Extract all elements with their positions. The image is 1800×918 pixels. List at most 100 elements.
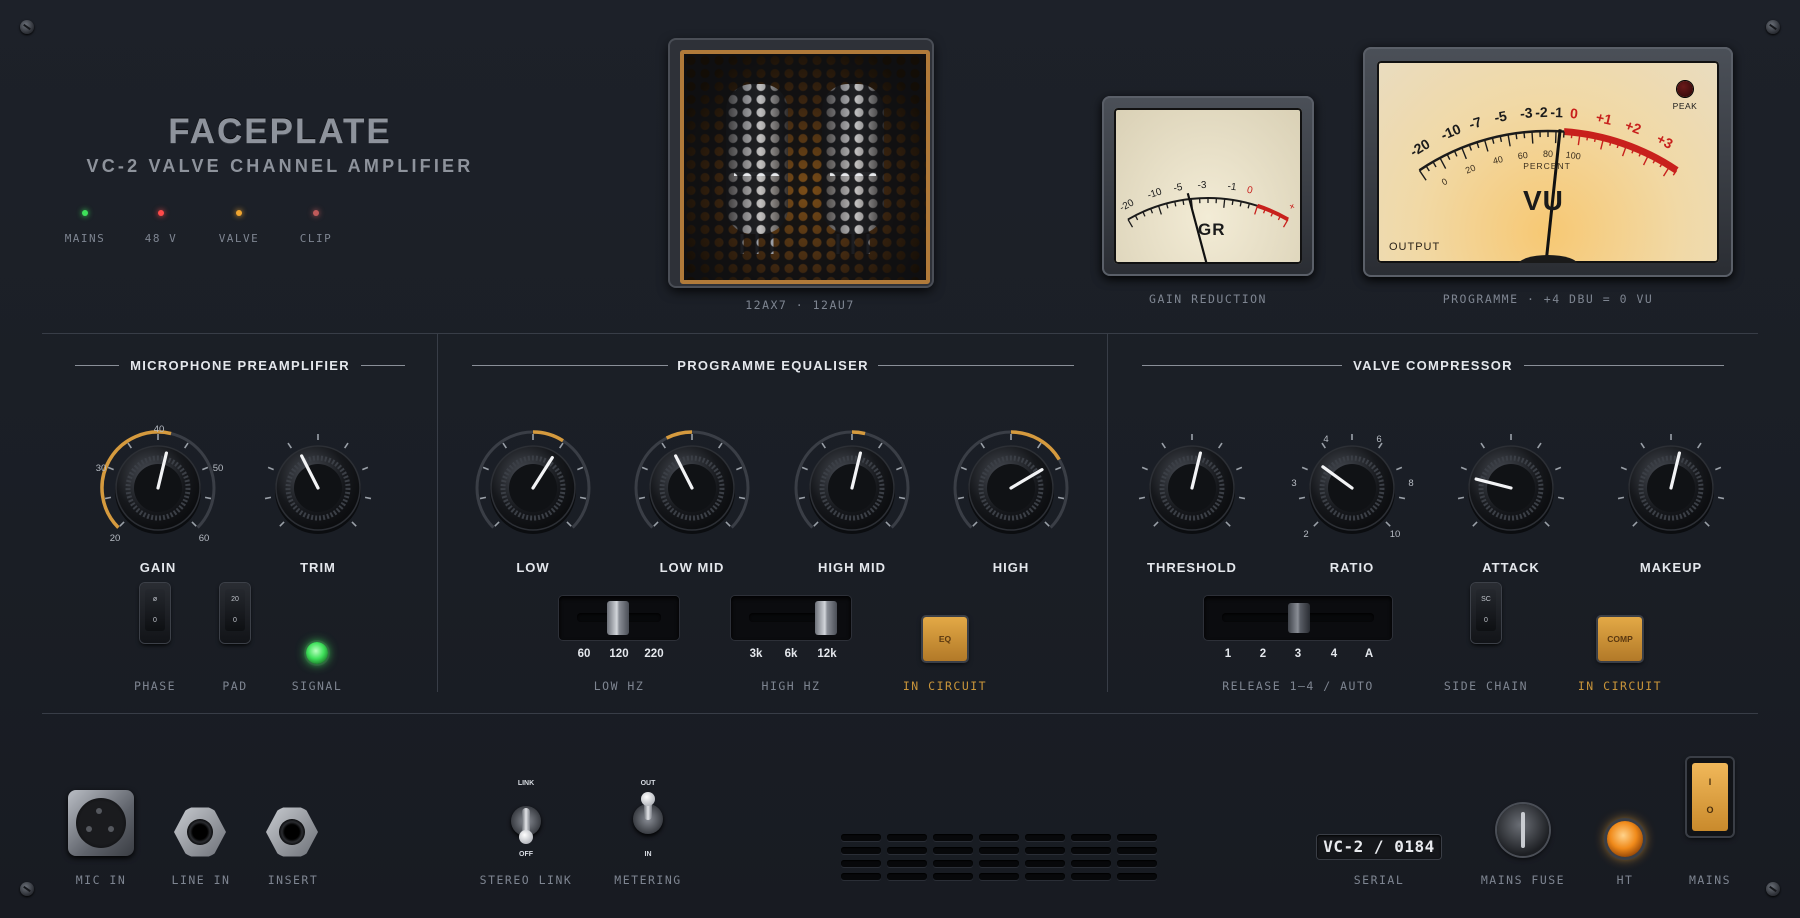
- gain-scale-50: 50: [212, 463, 224, 474]
- knob-tick: [494, 521, 500, 527]
- knob-arc: [634, 430, 750, 529]
- knob-tick: [1396, 466, 1403, 471]
- knob-tick: [718, 442, 723, 449]
- knob-pointer: [300, 454, 320, 490]
- vent-slot: [979, 847, 1019, 854]
- eq-low-mid-knob[interactable]: [634, 430, 750, 534]
- gr-tick: [1165, 203, 1169, 209]
- low-hz-selector[interactable]: [559, 596, 679, 640]
- phase-switch[interactable]: ø0: [140, 583, 170, 643]
- knob-shadow: [115, 448, 201, 534]
- knob-tick: [1544, 521, 1550, 527]
- metering-toggle[interactable]: [633, 792, 663, 834]
- preamp-section-title: MICROPHONE PREAMPLIFIER: [75, 358, 405, 373]
- mic-in-xlr-jack[interactable]: [68, 790, 134, 856]
- knob-grip: [500, 455, 566, 521]
- gr-tick: [1142, 211, 1146, 217]
- knob-body: [1468, 445, 1554, 531]
- comp-in-circuit-button[interactable]: COMP: [1598, 617, 1642, 661]
- eq-high-mid-knob[interactable]: [794, 430, 910, 534]
- status-led-label: 48 V: [144, 232, 178, 245]
- stereo-link-toggle[interactable]: [511, 806, 541, 844]
- makeup-knob[interactable]: [1617, 434, 1725, 534]
- side-chain-switch[interactable]: SC 0: [1471, 583, 1501, 643]
- vu-db-label: -5: [1493, 107, 1508, 125]
- vu-db-label: 0: [1569, 105, 1579, 122]
- signal-led: [306, 642, 328, 664]
- knob-shadow: [968, 448, 1054, 534]
- vu-db-label: -1: [1550, 104, 1563, 120]
- low-hz-120: 120: [609, 648, 629, 660]
- knob-tick: [502, 442, 507, 449]
- vent-slot: [841, 860, 881, 867]
- knob-tick: [1460, 466, 1467, 471]
- gr-tick: [1254, 205, 1259, 215]
- gain-knob[interactable]: [100, 430, 216, 534]
- pad-switch[interactable]: 20 0: [220, 583, 250, 643]
- knob-tick: [896, 466, 903, 471]
- eq-low-knob[interactable]: [475, 430, 591, 534]
- vu-tick: [1461, 147, 1467, 160]
- high-hz-3k: 3k: [749, 648, 763, 660]
- vent-slot: [1025, 847, 1065, 854]
- vent-slot: [1025, 873, 1065, 880]
- trim-knob[interactable]: [264, 434, 372, 534]
- vent-slot: [887, 873, 927, 880]
- ratio-scale-10: 10: [1389, 529, 1401, 540]
- gr-tick: [1282, 219, 1289, 228]
- high-hz-lever[interactable]: [815, 601, 837, 635]
- valve-caption: 12AX7 · 12AU7: [745, 298, 855, 312]
- knob-tick: [482, 466, 489, 471]
- release-lever[interactable]: [1288, 603, 1310, 633]
- release-selector[interactable]: [1204, 596, 1392, 640]
- high-hz-caption: HIGH HZ: [761, 679, 821, 693]
- knob-level-arc: [1010, 430, 1061, 461]
- threshold-knob[interactable]: [1138, 434, 1246, 534]
- high-hz-selector[interactable]: [731, 596, 851, 640]
- knob-cap: [134, 464, 182, 512]
- knob-pointer: [1190, 451, 1203, 490]
- phase-caption: PHASE: [133, 679, 177, 693]
- status-led-label: CLIP: [299, 232, 333, 245]
- attack-knob[interactable]: [1457, 434, 1565, 534]
- knob-body: [1309, 445, 1395, 531]
- mains-power-switch[interactable]: I O: [1687, 758, 1733, 836]
- mains-fuse-holder[interactable]: [1497, 804, 1549, 856]
- knob-shadow: [1628, 448, 1714, 534]
- ht-lamp: [1607, 821, 1643, 857]
- low-hz-lever[interactable]: [607, 601, 629, 635]
- knob-tick: [1480, 442, 1485, 449]
- vu-tick: [1570, 132, 1573, 139]
- gain-reduction-meter: -20 -10 -5 -3 -1 0 + GR: [1102, 96, 1314, 276]
- knob-tick: [878, 442, 883, 449]
- vent-slot: [1071, 847, 1111, 854]
- knob-tick: [362, 466, 369, 471]
- vu-tick: [1531, 131, 1534, 144]
- vu-tick: [1432, 161, 1437, 168]
- gr-tick: [1150, 208, 1154, 214]
- gain-scale-60: 60: [198, 533, 210, 544]
- gr-scale-label: 0: [1246, 185, 1254, 197]
- gr-tick: [1182, 199, 1185, 206]
- knob-tick: [1301, 466, 1308, 471]
- status-led-valve: [236, 210, 242, 216]
- knob-tick: [1704, 521, 1710, 527]
- gr-scale-label: +: [1286, 201, 1297, 214]
- status-led-clip: [313, 210, 319, 216]
- vu-db-label: -7: [1467, 113, 1484, 132]
- eq-in-circuit-button[interactable]: EQ: [923, 617, 967, 661]
- knob-tick: [821, 442, 826, 449]
- eq-high-knob[interactable]: [953, 430, 1069, 534]
- vent-slot: [979, 834, 1019, 841]
- knob-cap: [509, 464, 557, 512]
- ratio-knob[interactable]: [1298, 434, 1406, 534]
- stereo-link-caption: STEREO LINK: [479, 873, 573, 887]
- vent-slot: [1025, 860, 1065, 867]
- knob-tick: [1555, 466, 1562, 471]
- knob-tick: [1617, 496, 1625, 500]
- knob-tick: [191, 521, 197, 527]
- metering-top-label: OUT: [640, 780, 656, 787]
- knob-tick: [1313, 521, 1319, 527]
- threshold-label: THRESHOLD: [1147, 560, 1237, 575]
- vu-caption: PROGRAMME · +4 DBU = 0 VU: [1442, 292, 1654, 306]
